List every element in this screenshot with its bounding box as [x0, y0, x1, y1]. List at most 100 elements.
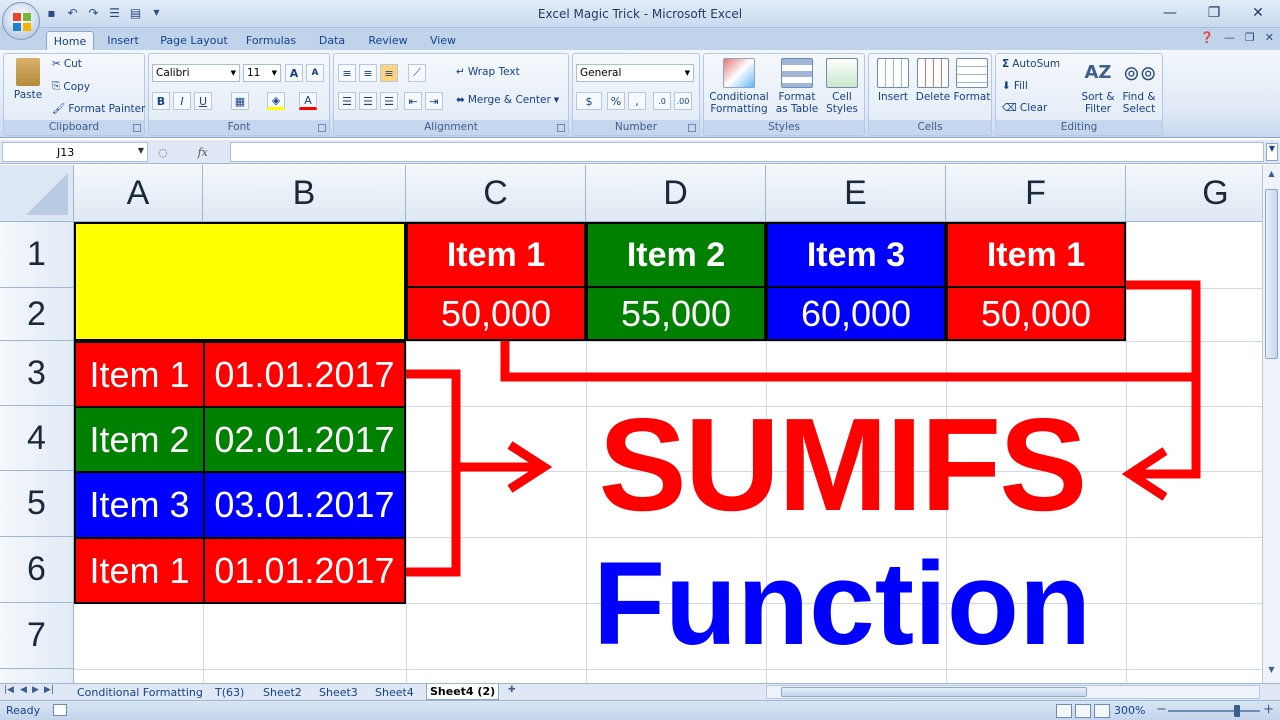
align-center-icon[interactable]: ☰	[359, 92, 377, 110]
cell-a5[interactable]: Item 3	[74, 471, 205, 539]
ribbon-minimize-icon[interactable]: —	[1224, 31, 1235, 44]
cell-a4[interactable]: Item 2	[74, 406, 205, 473]
first-sheet-icon[interactable]: |◀	[4, 685, 14, 695]
ribbon-restore-icon[interactable]: ❐	[1245, 31, 1255, 44]
sheet-tab-t63[interactable]: T(63)	[212, 684, 247, 700]
minimize-button[interactable]: —	[1148, 0, 1192, 26]
font-color-button[interactable]: A	[299, 92, 317, 110]
last-sheet-icon[interactable]: ▶|	[44, 685, 54, 695]
find-select-button[interactable]: ⊚⊚ Find & Select	[1118, 58, 1160, 115]
italic-button[interactable]: I	[173, 92, 191, 110]
row-header-6[interactable]: 6	[0, 537, 74, 603]
insert-cells-button[interactable]: Insert	[873, 58, 913, 103]
cell-d2[interactable]: 55,000	[586, 286, 766, 341]
vertical-scroll-thumb[interactable]	[1265, 189, 1278, 359]
cell-a3[interactable]: Item 1	[74, 341, 205, 408]
tab-data[interactable]: Data	[312, 31, 352, 50]
zoom-slider[interactable]: − +	[1156, 702, 1274, 717]
clear-button[interactable]: ⌫ Clear	[1002, 102, 1047, 114]
copy-button[interactable]: ⎘ Copy	[52, 80, 90, 93]
borders-icon[interactable]: ▦	[231, 92, 249, 110]
scroll-up-icon[interactable]: ▲	[1265, 169, 1278, 183]
zoom-out-icon[interactable]: −	[1156, 702, 1167, 717]
sheet-tab-sheet4-2[interactable]: Sheet4 (2)	[426, 684, 500, 700]
tab-page-layout[interactable]: Page Layout	[156, 31, 232, 50]
align-top-icon[interactable]: ≡	[338, 64, 356, 82]
horizontal-scrollbar[interactable]	[766, 685, 1260, 699]
decrease-indent-icon[interactable]: ⇤	[404, 92, 422, 110]
format-as-table-button[interactable]: Format as Table	[772, 58, 822, 115]
format-cells-button[interactable]: Format	[953, 58, 991, 103]
comma-button[interactable]: ,	[628, 92, 646, 110]
autosum-button[interactable]: Σ AutoSum	[1002, 58, 1060, 70]
column-header-c[interactable]: C	[406, 165, 586, 222]
cell-c2[interactable]: 50,000	[406, 286, 586, 341]
page-break-view-icon[interactable]	[1094, 704, 1110, 718]
formula-options-icon[interactable]: ◌	[158, 146, 168, 159]
cell-d1[interactable]: Item 2	[586, 222, 766, 288]
column-header-d[interactable]: D	[586, 165, 766, 222]
zoom-in-icon[interactable]: +	[1263, 702, 1274, 717]
worksheet-grid[interactable]: A B C D E F G 1 2 3 4 5 6 7 Item 1 Item …	[0, 165, 1262, 683]
align-left-icon[interactable]: ☰	[338, 92, 356, 110]
accounting-format-icon[interactable]: $	[576, 92, 602, 110]
help-icon[interactable]: ❓	[1200, 31, 1214, 44]
cell-f2[interactable]: 50,000	[946, 286, 1126, 341]
shrink-font-button[interactable]: A	[306, 64, 324, 82]
decrease-decimal-icon[interactable]: .00	[674, 92, 692, 110]
align-right-icon[interactable]: ☰	[380, 92, 398, 110]
fill-color-icon[interactable]: ◈	[267, 92, 285, 110]
horizontal-scroll-thumb[interactable]	[781, 687, 1087, 697]
normal-view-icon[interactable]	[1056, 704, 1072, 718]
insert-worksheet-icon[interactable]: ✚	[508, 685, 516, 695]
format-painter-button[interactable]: 🖌 Format Painter	[52, 102, 145, 116]
office-button[interactable]	[2, 2, 40, 40]
row-header-1[interactable]: 1	[0, 222, 74, 288]
cell-b6[interactable]: 01.01.2017	[203, 537, 406, 604]
expand-formula-bar-icon[interactable]: ▼	[1266, 143, 1278, 161]
align-bottom-icon[interactable]: ≡	[380, 64, 398, 82]
orientation-icon[interactable]: ⟋	[408, 64, 426, 82]
row-header-8[interactable]	[0, 669, 74, 683]
macro-recording-icon[interactable]	[53, 704, 67, 716]
sheet-tab-sheet4[interactable]: Sheet4	[372, 684, 417, 700]
select-all-button[interactable]	[0, 165, 74, 222]
restore-button[interactable]: ❐	[1192, 0, 1236, 26]
cell-a6[interactable]: Item 1	[74, 537, 205, 604]
clipboard-launcher-icon[interactable]	[133, 124, 141, 132]
conditional-formatting-button[interactable]: Conditional Formatting	[707, 58, 771, 115]
sheet-tab-sheet2[interactable]: Sheet2	[260, 684, 305, 700]
grow-font-button[interactable]: A	[285, 64, 303, 82]
column-header-a[interactable]: A	[74, 165, 203, 222]
bold-button[interactable]: B	[152, 92, 170, 110]
formula-input[interactable]	[230, 142, 1264, 162]
prev-sheet-icon[interactable]: ◀	[20, 685, 27, 695]
next-sheet-icon[interactable]: ▶	[32, 685, 39, 695]
cell-f1[interactable]: Item 1	[946, 222, 1126, 288]
paste-button[interactable]: Paste	[8, 58, 48, 101]
cell-b4[interactable]: 02.01.2017	[203, 406, 406, 473]
cut-button[interactable]: ✂ Cut	[52, 58, 82, 70]
zoom-level[interactable]: 300%	[1114, 704, 1145, 717]
scroll-down-icon[interactable]: ▼	[1265, 665, 1278, 679]
number-launcher-icon[interactable]	[688, 124, 696, 132]
font-size-combo[interactable]: 11 ▼	[243, 64, 281, 82]
insert-function-button[interactable]: fx	[198, 146, 208, 159]
cell-e1[interactable]: Item 3	[766, 222, 946, 288]
close-button[interactable]: ✕	[1236, 0, 1280, 26]
cell-b3[interactable]: 01.01.2017	[203, 341, 406, 408]
row-header-4[interactable]: 4	[0, 406, 74, 471]
wrap-text-button[interactable]: ↵ Wrap Text	[456, 66, 520, 78]
ribbon-close-icon[interactable]: ✕	[1265, 31, 1274, 44]
tab-view[interactable]: View	[424, 31, 462, 50]
underline-button[interactable]: U	[194, 92, 212, 110]
row-header-2[interactable]: 2	[0, 288, 74, 341]
merge-center-button[interactable]: ⬌ Merge & Center ▼	[456, 94, 559, 106]
number-format-combo[interactable]: General ▼	[576, 64, 694, 82]
percent-button[interactable]: %	[607, 92, 625, 110]
sheet-tab-sheet3[interactable]: Sheet3	[316, 684, 361, 700]
sheet-tab-conditional-formatting[interactable]: Conditional Formatting	[74, 684, 206, 700]
vertical-scrollbar[interactable]: ▲ ▼	[1262, 165, 1280, 683]
increase-decimal-icon[interactable]: .0	[653, 92, 671, 110]
cell-e2[interactable]: 60,000	[766, 286, 946, 341]
